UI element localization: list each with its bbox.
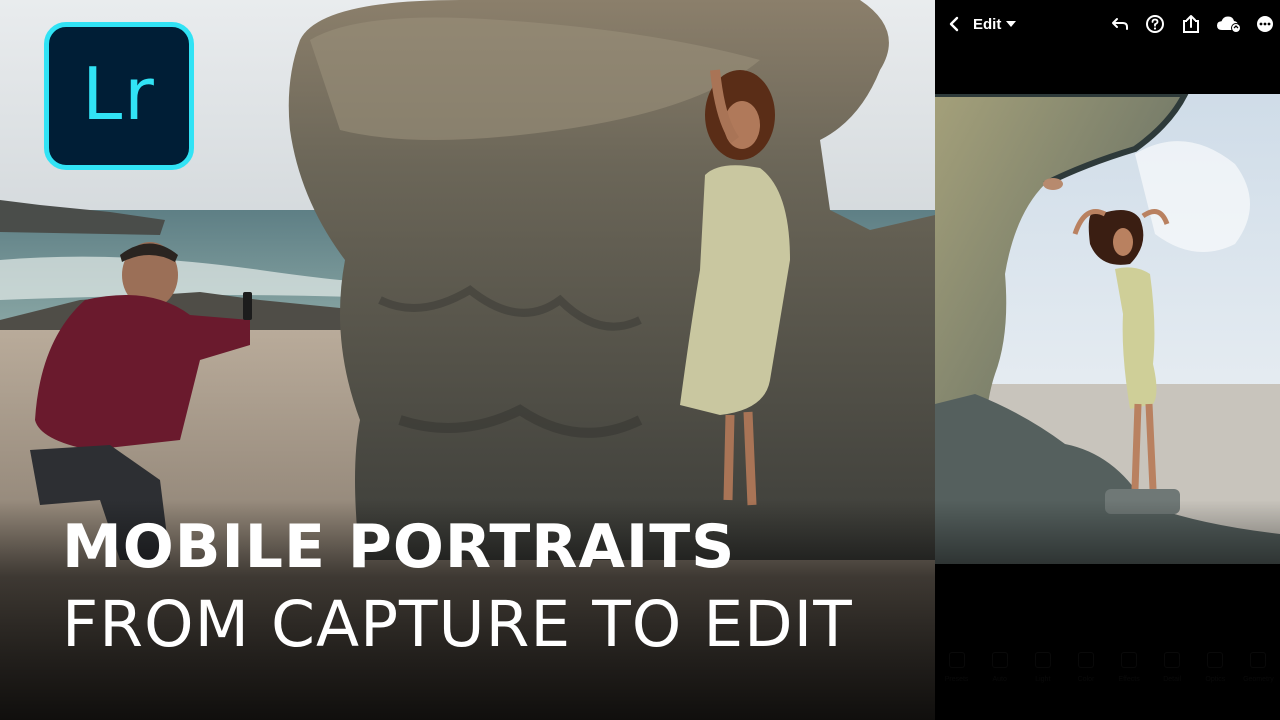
tool-auto[interactable]: Auto (980, 652, 1020, 683)
undo-icon[interactable] (1108, 12, 1132, 36)
tool-label: Detail (1163, 676, 1182, 683)
tool-label: Color (1077, 676, 1095, 683)
more-icon[interactable] (1253, 12, 1277, 36)
app-toolbar: Edit (935, 0, 1280, 48)
auto-icon (991, 652, 1008, 668)
headline-line-1: MOBILE PORTRAITS (62, 512, 736, 582)
help-icon[interactable] (1143, 12, 1167, 36)
tool-optics[interactable]: Optics (1195, 652, 1235, 683)
effects-icon (1121, 652, 1138, 668)
headline-line-2: FROM CAPTURE TO EDIT (62, 588, 853, 661)
presets-icon (948, 652, 965, 668)
lightroom-mobile-app: Edit Presets Auto Light Color Effects De… (935, 0, 1280, 720)
light-icon (1034, 652, 1051, 668)
logo-text: Lr (82, 52, 156, 136)
detail-icon (1164, 652, 1181, 668)
tool-color[interactable]: Color (1066, 652, 1106, 683)
tool-effects[interactable]: Effects (1109, 652, 1149, 683)
lightroom-logo-icon: Lr (44, 22, 194, 170)
edited-photo-preview[interactable] (935, 94, 1280, 564)
tool-label: Presets (944, 676, 969, 683)
edit-menu-label: Edit (973, 15, 1002, 33)
back-chevron-icon[interactable] (943, 12, 965, 36)
tool-label: Geometry (1243, 676, 1274, 683)
tool-geometry[interactable]: Geometry (1238, 652, 1278, 683)
tool-label: Light (1035, 676, 1051, 683)
tool-label: Auto (992, 676, 1007, 683)
edit-tools-bar: Presets Auto Light Color Effects Detail … (935, 652, 1280, 712)
cloud-sync-icon[interactable] (1215, 12, 1243, 36)
share-icon[interactable] (1179, 12, 1203, 36)
tool-label: Effects (1118, 676, 1140, 683)
chevron-down-icon (1006, 21, 1017, 27)
tool-presets[interactable]: Presets (937, 652, 977, 683)
tool-light[interactable]: Light (1023, 652, 1063, 683)
tool-label: Optics (1205, 676, 1226, 683)
edit-menu-dropdown[interactable]: Edit (973, 12, 1017, 36)
color-icon (1077, 652, 1094, 668)
optics-icon (1207, 652, 1224, 668)
tool-detail[interactable]: Detail (1152, 652, 1192, 683)
geometry-icon (1250, 652, 1267, 668)
